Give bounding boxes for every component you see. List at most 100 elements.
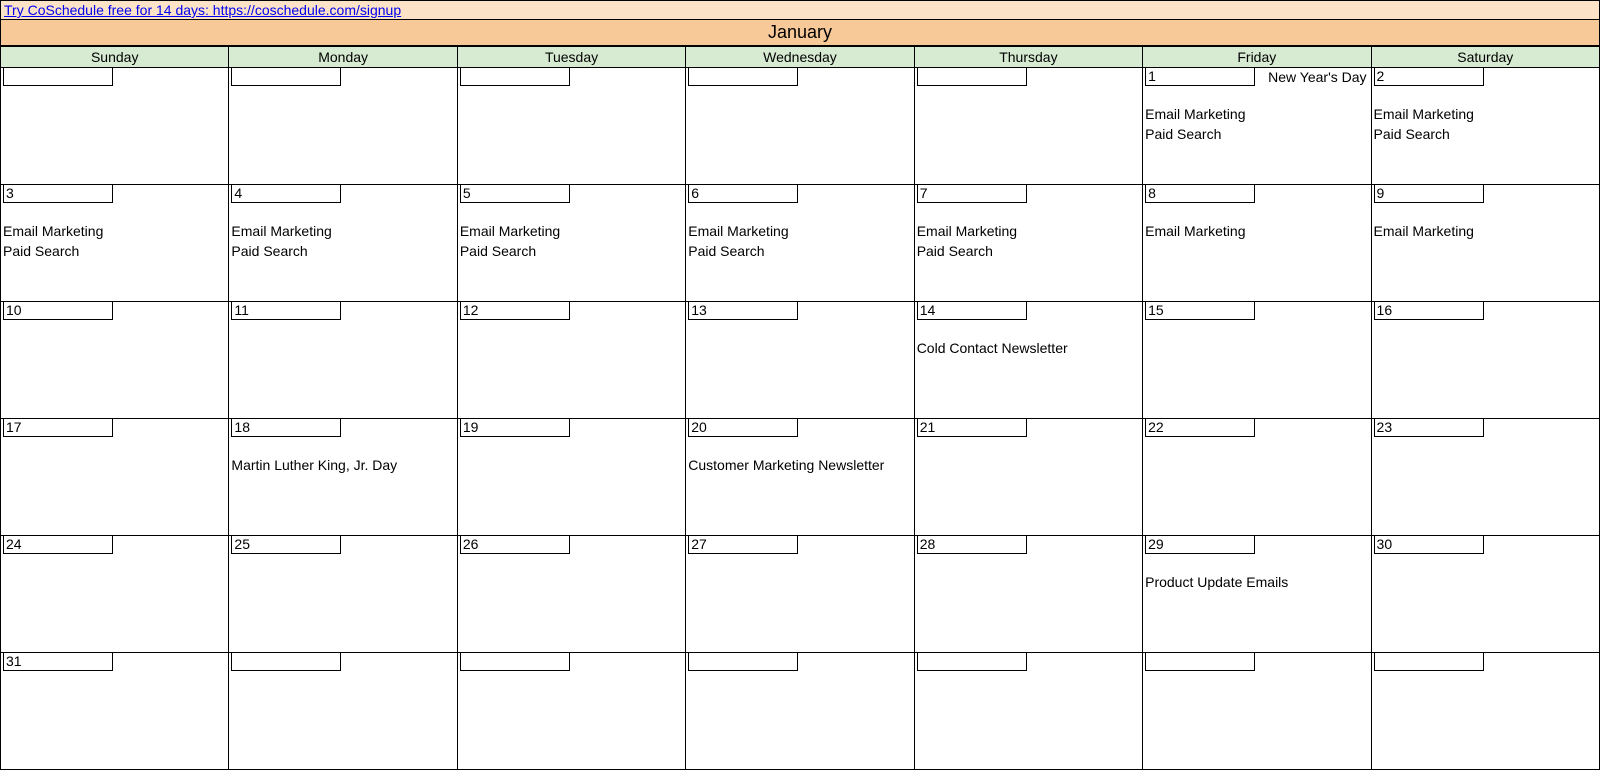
date-number: 8 bbox=[1145, 185, 1255, 203]
date-number: 20 bbox=[688, 419, 798, 437]
date-number: 25 bbox=[231, 536, 341, 554]
calendar-week-row: 1011121314 Cold Contact Newsletter 15 16 bbox=[1, 302, 1600, 419]
calendar-day-cell[interactable]: 14 Cold Contact Newsletter bbox=[914, 302, 1142, 419]
calendar-day-cell[interactable]: 20 Customer Marketing Newsletter bbox=[686, 419, 914, 536]
calendar-day-cell[interactable]: 23 bbox=[1371, 419, 1599, 536]
date-number: 24 bbox=[3, 536, 113, 554]
calendar-day-cell[interactable]: 2Email MarketingPaid Search bbox=[1371, 68, 1599, 185]
date-number bbox=[231, 68, 341, 86]
date-number: 28 bbox=[917, 536, 1027, 554]
weekday-header: Sunday bbox=[1, 47, 229, 68]
weekday-header: Friday bbox=[1143, 47, 1371, 68]
calendar-week-row: 3Email MarketingPaid Search4Email Market… bbox=[1, 185, 1600, 302]
calendar-day-cell[interactable]: 18Martin Luther King, Jr. Day bbox=[229, 419, 457, 536]
date-number: 15 bbox=[1145, 302, 1255, 320]
event-item: Paid Search bbox=[917, 241, 1140, 261]
calendar-day-cell[interactable]: 8 Email Marketing bbox=[1143, 185, 1371, 302]
calendar-grid: Sunday Monday Tuesday Wednesday Thursday… bbox=[0, 46, 1600, 770]
calendar-day-cell[interactable]: 30 bbox=[1371, 536, 1599, 653]
holiday-label: New Year's Day bbox=[1255, 68, 1368, 86]
calendar-day-cell[interactable]: 9Email Marketing bbox=[1371, 185, 1599, 302]
calendar-week-row: 31 bbox=[1, 653, 1600, 770]
calendar-day-cell[interactable]: 12 bbox=[457, 302, 685, 419]
calendar-day-cell[interactable]: 3Email MarketingPaid Search bbox=[1, 185, 229, 302]
events-list: Martin Luther King, Jr. Day bbox=[229, 437, 456, 475]
calendar-day-cell[interactable]: 28 bbox=[914, 536, 1142, 653]
events-list: Email MarketingPaid Search bbox=[1372, 86, 1599, 144]
date-number: 22 bbox=[1145, 419, 1255, 437]
event-item: Email Marketing bbox=[1374, 221, 1597, 241]
calendar-day-cell[interactable] bbox=[457, 653, 685, 770]
events-list: Email Marketing bbox=[1143, 203, 1370, 241]
date-number: 17 bbox=[3, 419, 113, 437]
events-list: Email MarketingPaid Search bbox=[458, 203, 685, 261]
calendar-day-cell[interactable]: 4Email MarketingPaid Search bbox=[229, 185, 457, 302]
date-number bbox=[1145, 653, 1255, 671]
event-item: Customer Marketing Newsletter bbox=[688, 455, 911, 475]
calendar-day-cell[interactable]: 15 bbox=[1143, 302, 1371, 419]
calendar-day-cell[interactable]: 26 bbox=[457, 536, 685, 653]
date-number: 5 bbox=[460, 185, 570, 203]
calendar-day-cell[interactable]: 7Email MarketingPaid Search bbox=[914, 185, 1142, 302]
events-list: Email MarketingPaid Search bbox=[915, 203, 1142, 261]
events-list: Email MarketingPaid Search bbox=[1, 203, 228, 261]
calendar-day-cell[interactable]: 27 bbox=[686, 536, 914, 653]
event-item: Martin Luther King, Jr. Day bbox=[231, 455, 454, 475]
calendar-day-cell[interactable]: 29 Product Update Emails bbox=[1143, 536, 1371, 653]
calendar-day-cell[interactable]: 22 bbox=[1143, 419, 1371, 536]
calendar-day-cell[interactable] bbox=[229, 653, 457, 770]
weekday-header: Monday bbox=[229, 47, 457, 68]
event-item: Email Marketing bbox=[3, 221, 226, 241]
calendar-day-cell[interactable] bbox=[686, 68, 914, 185]
calendar-day-cell[interactable] bbox=[686, 653, 914, 770]
calendar-day-cell[interactable] bbox=[1143, 653, 1371, 770]
date-number: 29 bbox=[1145, 536, 1255, 554]
event-item: Email Marketing bbox=[917, 221, 1140, 241]
calendar-day-cell[interactable] bbox=[914, 653, 1142, 770]
event-item: Paid Search bbox=[1145, 124, 1368, 144]
events-list: Product Update Emails bbox=[1143, 554, 1370, 592]
date-number bbox=[917, 68, 1027, 86]
event-item: Paid Search bbox=[688, 241, 911, 261]
event-item: Cold Contact Newsletter bbox=[917, 338, 1140, 358]
weekday-header: Thursday bbox=[914, 47, 1142, 68]
calendar-day-cell[interactable]: 1New Year's DayEmail MarketingPaid Searc… bbox=[1143, 68, 1371, 185]
calendar-day-cell[interactable] bbox=[457, 68, 685, 185]
calendar-day-cell[interactable]: 31 bbox=[1, 653, 229, 770]
calendar-week-row: 1New Year's DayEmail MarketingPaid Searc… bbox=[1, 68, 1600, 185]
calendar-day-cell[interactable]: 19 bbox=[457, 419, 685, 536]
calendar-day-cell[interactable] bbox=[1, 68, 229, 185]
calendar-day-cell[interactable]: 17 bbox=[1, 419, 229, 536]
date-number bbox=[688, 653, 798, 671]
events-list: Email MarketingPaid Search bbox=[686, 203, 913, 261]
calendar-day-cell[interactable]: 24 bbox=[1, 536, 229, 653]
calendar-week-row: 17 18Martin Luther King, Jr. Day1920 Custo… bbox=[1, 419, 1600, 536]
calendar-day-cell[interactable]: 11 bbox=[229, 302, 457, 419]
event-item: Paid Search bbox=[3, 241, 226, 261]
weekday-header-row: Sunday Monday Tuesday Wednesday Thursday… bbox=[1, 47, 1600, 68]
date-number: 1 bbox=[1145, 68, 1255, 86]
date-number: 16 bbox=[1374, 302, 1484, 320]
calendar-day-cell[interactable]: 13 bbox=[686, 302, 914, 419]
calendar-day-cell[interactable]: 25 bbox=[229, 536, 457, 653]
event-item: Product Update Emails bbox=[1145, 572, 1368, 592]
events-list: Email MarketingPaid Search bbox=[1143, 86, 1370, 144]
calendar-week-row: 24 25 262728 29 Product Update Emails30 bbox=[1, 536, 1600, 653]
date-number: 23 bbox=[1374, 419, 1484, 437]
calendar-day-cell[interactable]: 5Email MarketingPaid Search bbox=[457, 185, 685, 302]
calendar-day-cell[interactable] bbox=[914, 68, 1142, 185]
calendar-day-cell[interactable]: 21 bbox=[914, 419, 1142, 536]
promo-link[interactable]: Try CoSchedule free for 14 days: https:/… bbox=[4, 2, 401, 18]
date-number: 2 bbox=[1374, 68, 1484, 86]
date-number bbox=[460, 68, 570, 86]
calendar-day-cell[interactable]: 10 bbox=[1, 302, 229, 419]
date-number bbox=[1374, 653, 1484, 671]
weekday-header: Saturday bbox=[1371, 47, 1599, 68]
event-item: Email Marketing bbox=[1145, 221, 1368, 241]
date-number: 14 bbox=[917, 302, 1027, 320]
calendar-day-cell[interactable] bbox=[229, 68, 457, 185]
calendar-day-cell[interactable]: 6Email MarketingPaid Search bbox=[686, 185, 914, 302]
calendar-day-cell[interactable] bbox=[1371, 653, 1599, 770]
event-item: Email Marketing bbox=[1145, 104, 1368, 124]
calendar-day-cell[interactable]: 16 bbox=[1371, 302, 1599, 419]
